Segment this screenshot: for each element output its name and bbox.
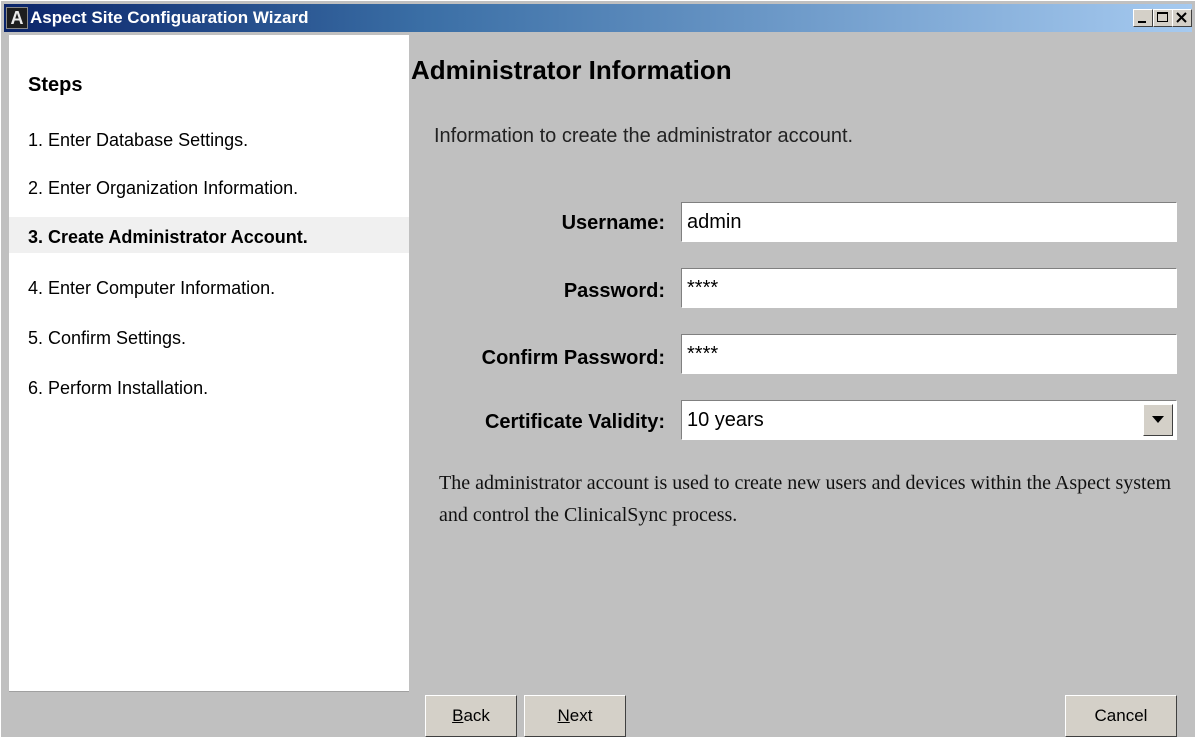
- intro-text: Information to create the administrator …: [434, 125, 854, 147]
- certificate-validity-label: Certificate Validity:: [484, 411, 665, 433]
- password-label: Password:: [563, 280, 665, 302]
- step-item: 6. Perform Installation.: [28, 378, 209, 398]
- back-mnemonic: B: [452, 706, 464, 725]
- confirm-password-label: Confirm Password:: [481, 347, 665, 369]
- step-item: 2. Enter Organization Information.: [28, 178, 299, 198]
- maximize-button[interactable]: [1153, 9, 1173, 27]
- dropdown-button[interactable]: [1143, 404, 1173, 436]
- close-icon: [1176, 12, 1187, 23]
- password-input[interactable]: [685, 272, 1175, 304]
- steps-heading: Steps: [28, 74, 83, 96]
- minimize-button[interactable]: [1133, 9, 1153, 27]
- cancel-button[interactable]: Cancel: [1065, 695, 1177, 737]
- username-label: Username:: [561, 212, 665, 234]
- step-item: 4. Enter Computer Information.: [28, 278, 276, 298]
- window-title: Aspect Site Configuaration Wizard: [30, 8, 309, 27]
- username-field-frame: [681, 202, 1177, 242]
- steps-sidebar: Steps 1. Enter Database Settings. 2. Ent…: [9, 35, 409, 691]
- password-field-frame: [681, 268, 1177, 308]
- chevron-down-icon: [1152, 416, 1164, 423]
- sidebar-footer: [9, 691, 409, 732]
- step-item-active: 3. Create Administrator Account.: [28, 227, 308, 247]
- back-label: ack: [463, 706, 490, 725]
- minimize-icon: [1138, 21, 1146, 23]
- maximize-icon: [1157, 12, 1168, 22]
- back-button[interactable]: Back: [425, 695, 517, 737]
- step-item: 5. Confirm Settings.: [28, 328, 187, 348]
- username-input[interactable]: [685, 206, 1175, 238]
- certificate-validity-value: 10 years: [687, 409, 764, 431]
- title-bar[interactable]: A Aspect Site Configuaration Wizard: [4, 4, 1192, 32]
- app-logo-icon: A: [6, 7, 28, 29]
- next-label: ext: [569, 706, 593, 725]
- wizard-window: A Aspect Site Configuaration Wizard Step…: [0, 0, 1196, 738]
- next-button[interactable]: Next: [524, 695, 626, 737]
- description-text: The administrator account is used to cre…: [439, 472, 1172, 526]
- certificate-validity-select[interactable]: 10 years: [681, 400, 1177, 440]
- confirm-password-field-frame: [681, 334, 1177, 374]
- step-item: 1. Enter Database Settings.: [28, 130, 249, 150]
- page-title: Administrator Information: [411, 55, 732, 85]
- next-mnemonic: N: [557, 706, 570, 725]
- close-button[interactable]: [1172, 9, 1192, 27]
- confirm-password-input[interactable]: [685, 338, 1175, 370]
